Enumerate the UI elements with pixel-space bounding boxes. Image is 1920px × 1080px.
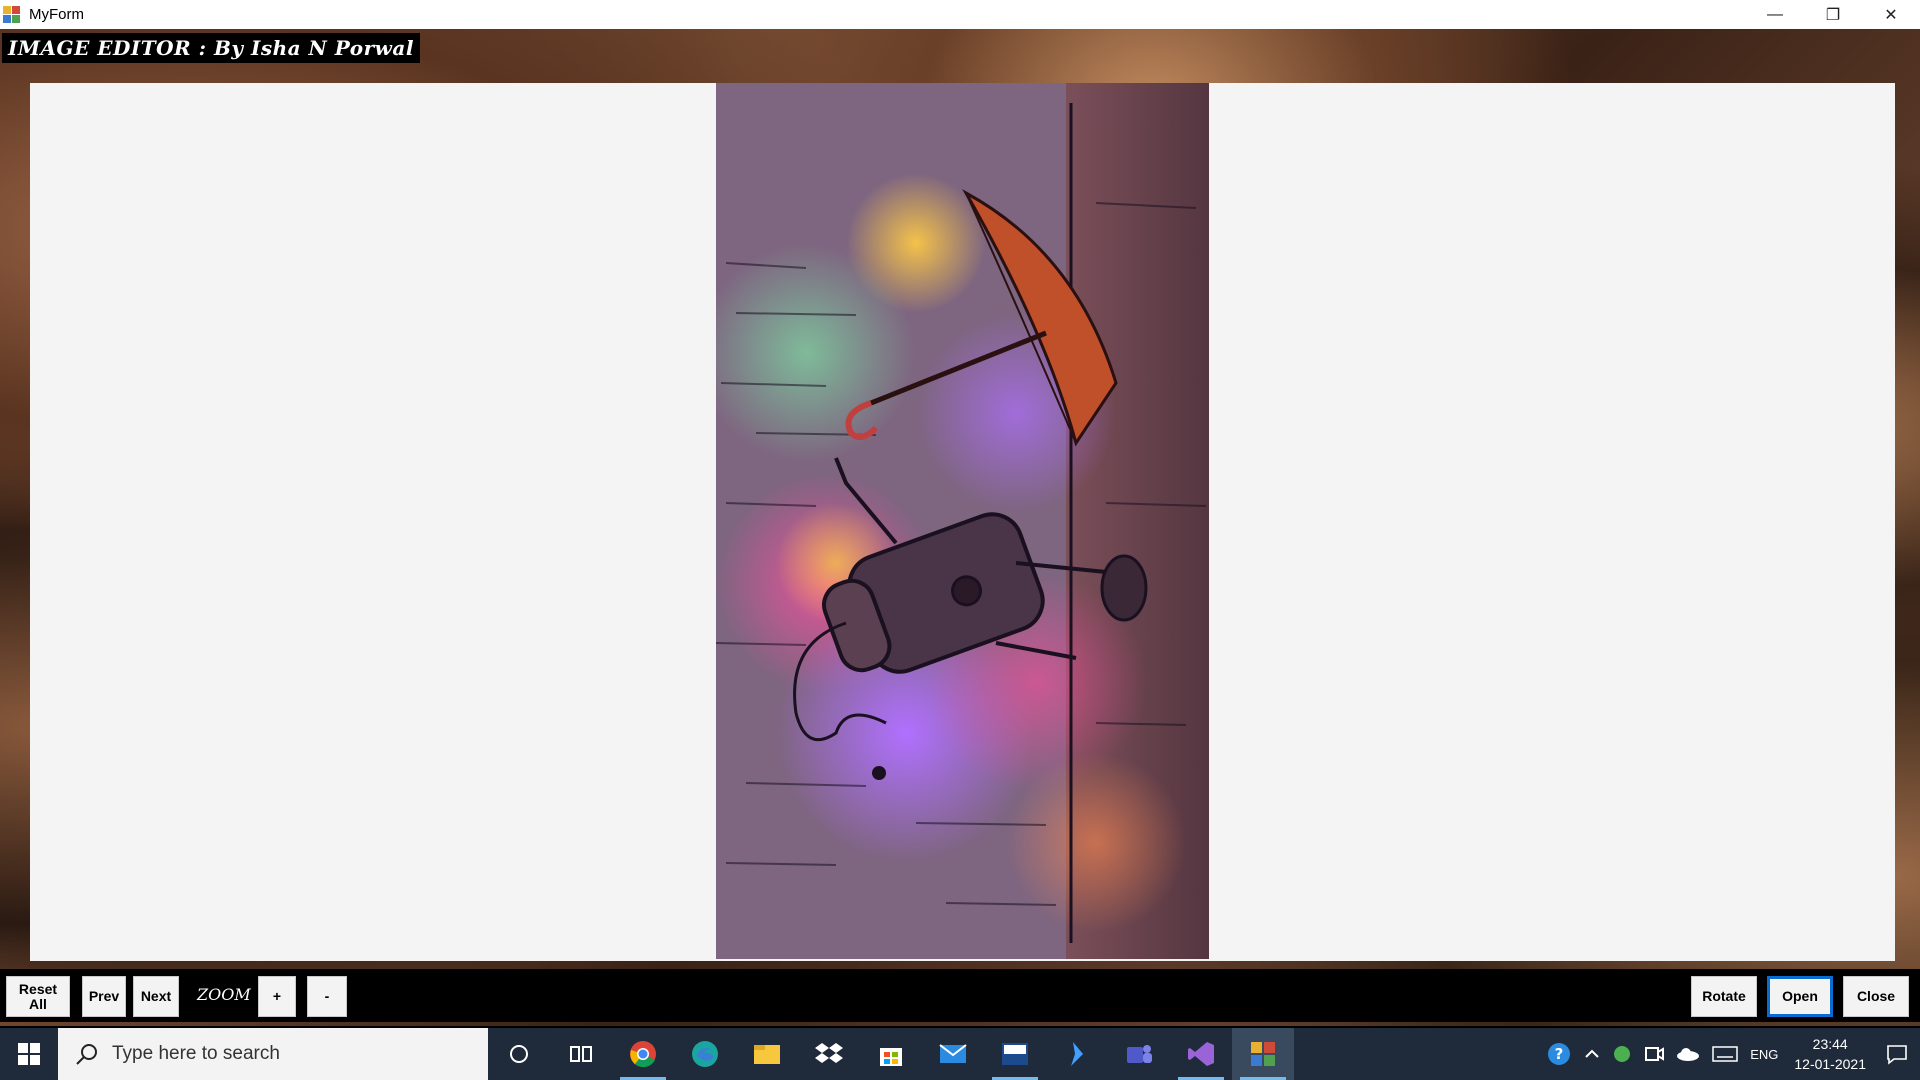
start-button[interactable] <box>0 1028 58 1080</box>
visual-studio-icon <box>1188 1042 1214 1066</box>
help-button[interactable]: ? <box>1546 1041 1572 1067</box>
zoom-in-button[interactable]: + <box>258 976 296 1017</box>
restore-icon: ❐ <box>1825 6 1841 24</box>
file-explorer-button[interactable] <box>736 1028 798 1080</box>
store-button[interactable] <box>860 1028 922 1080</box>
touch-keyboard-button[interactable] <box>1712 1046 1738 1062</box>
search-icon <box>76 1044 97 1065</box>
cortana-button[interactable] <box>488 1028 550 1080</box>
chevron-up-icon <box>1585 1049 1599 1058</box>
zoom-out-button[interactable]: - <box>307 976 347 1017</box>
search-placeholder: Type here to search <box>112 1043 280 1064</box>
chrome-button[interactable] <box>612 1028 674 1080</box>
restore-button[interactable]: ❐ <box>1804 0 1862 29</box>
robot-umbrella-illustration-icon <box>716 83 1209 959</box>
help-icon: ? <box>1548 1043 1571 1065</box>
window-title-bar: MyForm — ❐ ✕ <box>0 0 1920 29</box>
powershell-ise-icon <box>1071 1042 1083 1066</box>
cortana-icon <box>510 1045 528 1063</box>
keyboard-icon <box>1712 1046 1738 1062</box>
action-center-button[interactable] <box>1886 1043 1908 1065</box>
close-button[interactable]: Close <box>1843 976 1909 1017</box>
file-explorer-icon <box>754 1045 780 1064</box>
myform-app-icon <box>1251 1042 1275 1066</box>
mail-button[interactable] <box>922 1028 984 1080</box>
edge-button[interactable] <box>674 1028 736 1080</box>
meet-now-icon <box>1645 1047 1665 1061</box>
myform-app-button[interactable] <box>1232 1028 1294 1080</box>
clock-date: 12-01-2021 <box>1794 1056 1866 1072</box>
close-icon: ✕ <box>1884 6 1898 24</box>
language-indicator[interactable]: ENG <box>1750 1047 1778 1062</box>
window-title: MyForm <box>29 6 84 23</box>
reset-all-button[interactable]: Reset All <box>6 976 70 1017</box>
powershell-ise-button[interactable] <box>1046 1028 1108 1080</box>
minimize-button[interactable]: — <box>1746 0 1804 29</box>
system-tray: ? ENG 23:44 12-01-2021 <box>1540 1028 1920 1080</box>
zoom-label: ZOOM <box>197 985 251 1004</box>
teams-icon <box>1127 1045 1152 1063</box>
rotate-button[interactable]: Rotate <box>1691 976 1757 1017</box>
close-window-button[interactable]: ✕ <box>1862 0 1920 29</box>
mail-icon <box>939 1044 967 1063</box>
dropbox-button[interactable] <box>798 1028 860 1080</box>
minimize-icon: — <box>1767 5 1783 23</box>
meet-now-button[interactable] <box>1644 1044 1665 1064</box>
show-hidden-icons-button[interactable] <box>1584 1046 1600 1062</box>
notification-icon <box>1887 1045 1907 1065</box>
visual-studio-button[interactable] <box>1170 1028 1232 1080</box>
task-view-button[interactable] <box>550 1028 612 1080</box>
clock[interactable]: 23:44 12-01-2021 <box>1794 1034 1866 1074</box>
teams-button[interactable] <box>1108 1028 1170 1080</box>
chrome-icon <box>630 1041 656 1068</box>
onedrive-button[interactable] <box>1676 1046 1700 1062</box>
dropbox-icon <box>815 1043 843 1063</box>
svg-text:?: ? <box>1555 1045 1564 1063</box>
green-app-icon <box>1614 1046 1631 1062</box>
clock-time: 23:44 <box>1812 1036 1848 1052</box>
app-icon <box>3 5 21 24</box>
store-icon <box>880 1048 902 1066</box>
task-view-icon <box>570 1046 592 1062</box>
taskbar: Type here to search ? ENG 23:44 12-01-20… <box>0 1028 1920 1080</box>
windows-icon <box>18 1043 40 1065</box>
edge-icon <box>692 1041 718 1067</box>
devcpp-button[interactable] <box>984 1028 1046 1080</box>
devcpp-icon <box>1002 1043 1028 1065</box>
cloud-icon <box>1677 1048 1700 1061</box>
taskbar-search[interactable]: Type here to search <box>58 1028 488 1080</box>
loaded-image[interactable] <box>716 83 1209 959</box>
tray-app-button[interactable] <box>1612 1044 1632 1064</box>
prev-button[interactable]: Prev <box>82 976 126 1017</box>
open-button[interactable]: Open <box>1767 976 1833 1017</box>
next-button[interactable]: Next <box>133 976 179 1017</box>
app-header-label: IMAGE EDITOR : By Isha N Porwal <box>2 33 420 63</box>
